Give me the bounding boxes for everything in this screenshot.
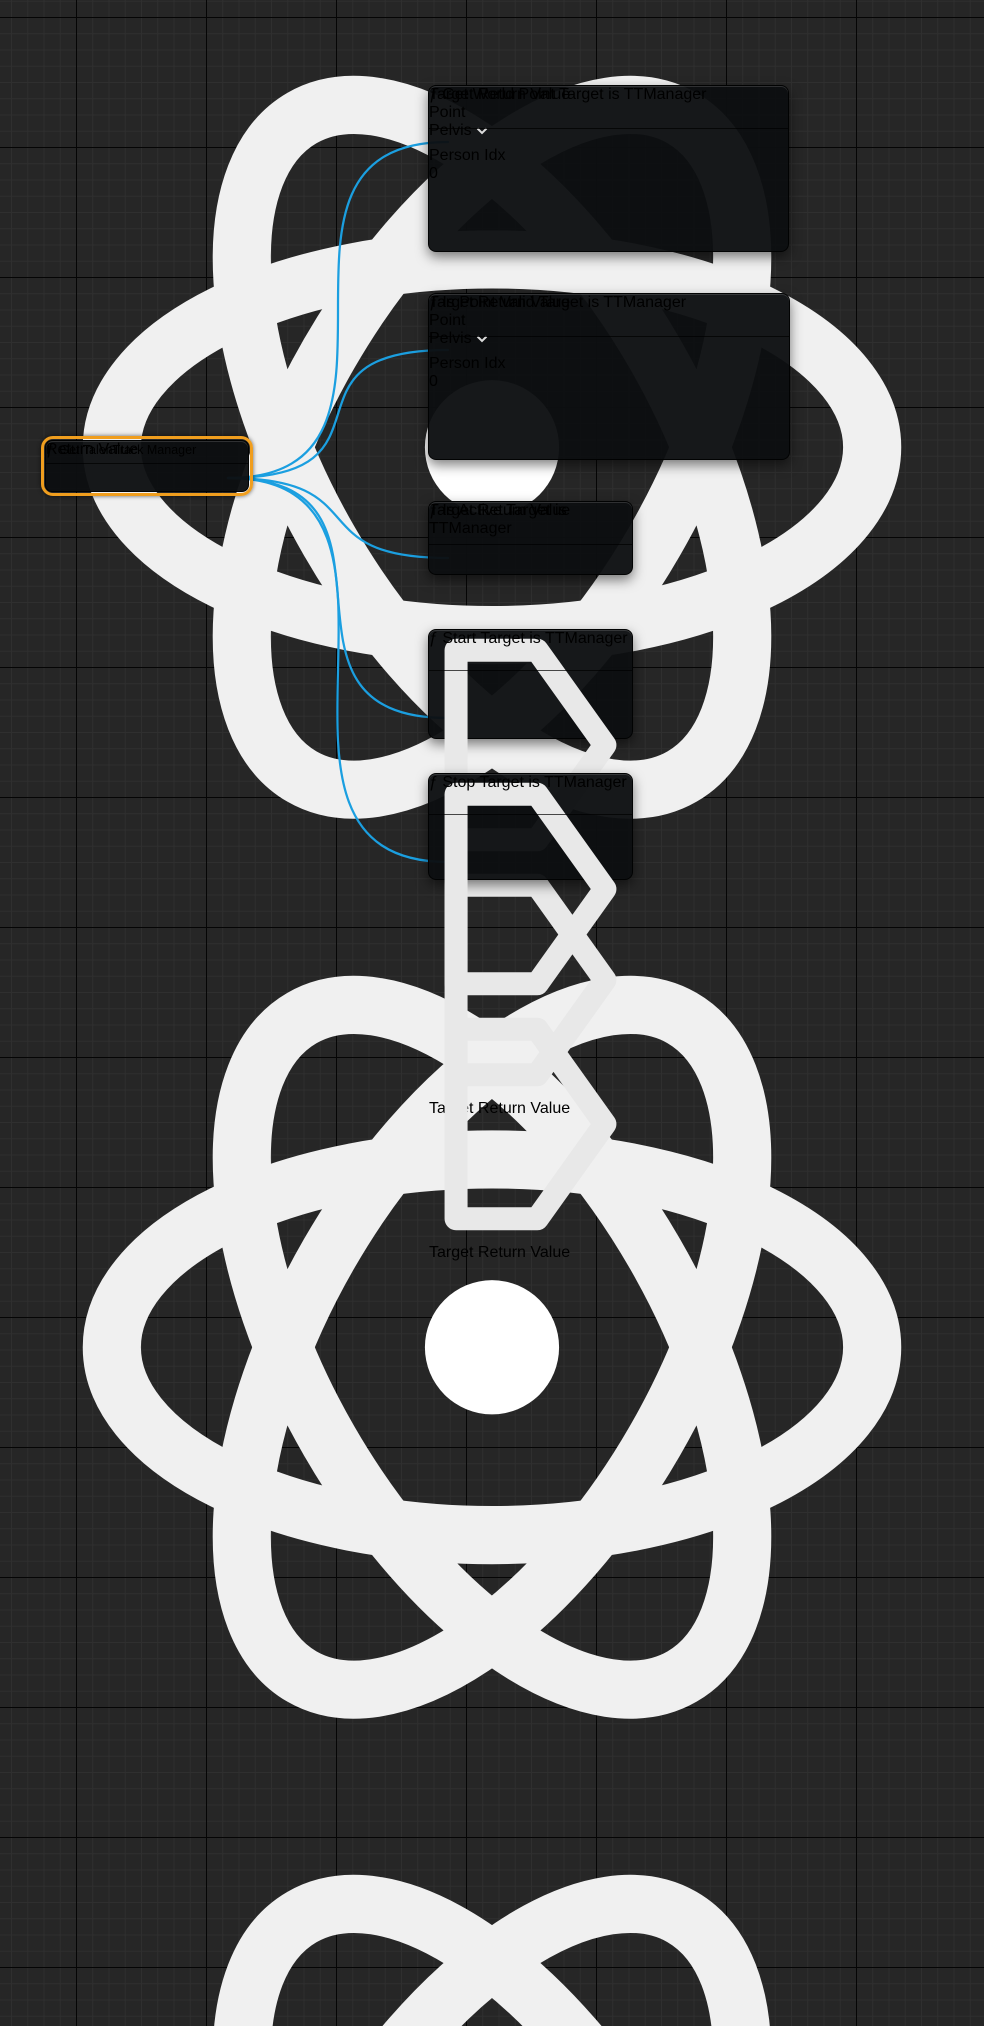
node-is-active[interactable]: ƒ Is Active Target is TTManager Target R… (428, 501, 633, 575)
function-icon: ƒ (46, 441, 55, 458)
wire-to-is-point-valid[interactable] (228, 350, 448, 478)
node-title: Is Active (442, 502, 502, 519)
node-title: Start (442, 630, 476, 647)
person-idx-input[interactable]: 0 (429, 373, 789, 391)
pin-label-person-idx: Person Idx (429, 147, 505, 164)
node-header: ƒ Start Target is TTManager (429, 630, 632, 671)
node-get-world-point[interactable]: ƒ Get World Point Target is TTManager Ta… (428, 85, 789, 252)
wire-to-get-world-point[interactable] (228, 142, 448, 478)
node-header: ƒ Get TalenTrack Manager (46, 441, 248, 464)
function-icon: ƒ (429, 294, 438, 311)
function-icon: ƒ (429, 774, 438, 791)
person-idx-input[interactable]: 0 (429, 165, 788, 183)
exec-out-pin[interactable] (429, 1009, 632, 1239)
pin-label-return-value: Return Value (478, 1244, 570, 1261)
selection-border: ƒ Get TalenTrack Manager Return Value (41, 436, 253, 496)
node-is-point-valid[interactable]: ƒ Is Point Valid Target is TTManager Tar… (428, 293, 790, 460)
pin-label-person-idx: Person Idx (429, 355, 505, 372)
function-icon: ƒ (429, 630, 438, 647)
node-subtitle: Target is TTManager (539, 294, 686, 311)
node-title: Stop (442, 774, 475, 791)
function-icon: ƒ (429, 86, 438, 103)
node-header: ƒ Stop Target is TTManager (429, 774, 632, 815)
node-header: ƒ Is Point Valid Target is TTManager (429, 294, 789, 337)
node-title: Get World Point (442, 86, 555, 103)
node-title: Is Point Valid (442, 294, 534, 311)
node-subtitle: Target is TTManager (480, 630, 627, 647)
node-get-talentrack-manager[interactable]: ƒ Get TalenTrack Manager Return Value (45, 440, 249, 492)
node-subtitle: Target is TTManager (479, 774, 626, 791)
node-title: Get TalenTrack Manager (59, 443, 196, 457)
atom-icon (0, 1799, 984, 2026)
pin-label-target: Target (429, 1244, 473, 1261)
function-icon: ƒ (429, 502, 438, 519)
wire-to-stop[interactable] (228, 478, 448, 862)
node-header: ƒ Is Active Target is TTManager (429, 502, 632, 545)
node-header: ƒ Get World Point Target is TTManager (429, 86, 788, 129)
wire-to-is-active[interactable] (228, 478, 448, 558)
node-subtitle: Target is TTManager (559, 86, 706, 103)
node-stop[interactable]: ƒ Stop Target is TTManager Target Return… (428, 773, 633, 880)
node-start[interactable]: ƒ Start Target is TTManager Target Retur… (428, 629, 633, 739)
